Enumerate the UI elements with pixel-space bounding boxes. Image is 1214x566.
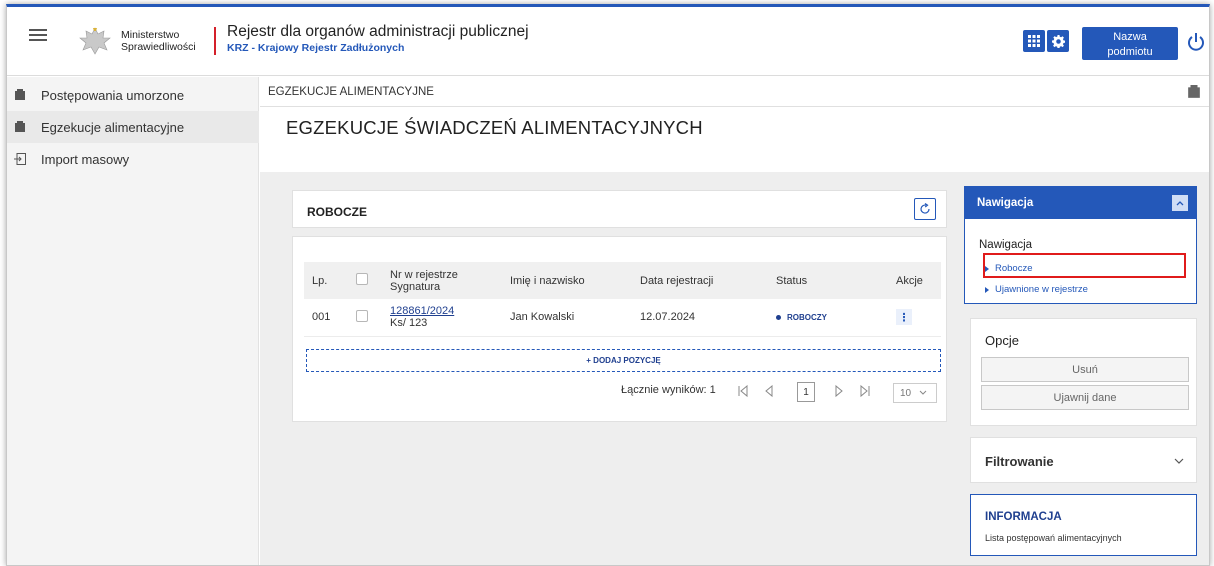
sidebar-item-egzekucje-alimentacyjne[interactable]: Egzekucje alimentacyjne <box>7 111 259 143</box>
cell-select <box>348 299 382 337</box>
sidebar-item-label: Egzekucje alimentacyjne <box>41 119 185 135</box>
last-page-icon[interactable] <box>858 384 872 398</box>
top-header: Ministerstwo Sprawiedliwości Rejestr dla… <box>7 7 1209 76</box>
case-icon <box>1188 85 1200 98</box>
eagle-emblem-icon <box>79 27 111 55</box>
user-account-button[interactable]: Nazwa podmiotu Nazwisko Imię <box>1082 27 1178 72</box>
settings-button[interactable] <box>1047 30 1069 52</box>
page-size-select[interactable]: 10 <box>893 383 937 403</box>
select-all-checkbox[interactable] <box>356 273 368 285</box>
options-title: Opcje <box>985 333 1019 348</box>
sidebar: Postępowania umorzone Egzekucje alimenta… <box>7 77 259 565</box>
apps-grid-button[interactable] <box>1023 30 1045 52</box>
col-nr-sygnatura: Nr w rejestrze Sygnatura <box>382 262 502 299</box>
sidebar-item-label: Postępowania umorzone <box>41 87 185 103</box>
cell-date: 12.07.2024 <box>632 299 768 337</box>
triangle-right-icon <box>985 286 989 293</box>
refresh-button[interactable] <box>914 198 936 220</box>
col-nr-label: Nr w rejestrze <box>390 268 458 281</box>
total-results: Łącznie wyników: 1 <box>621 384 716 396</box>
chevron-up-icon <box>1176 201 1184 206</box>
power-logout-icon[interactable] <box>1185 29 1207 55</box>
refresh-icon <box>920 203 930 214</box>
delete-button[interactable]: Usuń <box>981 357 1189 382</box>
chevron-down-icon <box>1174 458 1184 464</box>
highlight-box <box>983 253 1186 278</box>
info-text: Lista postępowań alimentacyjnych <box>985 533 1122 543</box>
user-entity-label: Nazwa podmiotu <box>1091 30 1169 62</box>
ministry-logo: Ministerstwo Sprawiedliwości <box>77 23 201 59</box>
cell-nr: 128861/2024 Ks/ 123 <box>382 299 502 337</box>
col-status: Status <box>768 262 888 299</box>
navigation-subtitle: Nawigacja <box>979 239 1033 251</box>
results-table: Lp. Nr w rejestrze Sygnatura Imię i nazw… <box>304 262 941 337</box>
menu-icon[interactable] <box>29 29 47 43</box>
navigation-panel-header: Nawigacja <box>965 187 1196 219</box>
navigation-panel-title: Nawigacja <box>977 197 1034 209</box>
logo-line-1: Ministerstwo <box>121 29 180 41</box>
options-panel: Opcje Usuń Ujawnij dane <box>970 318 1197 426</box>
cell-status: ROBOCZY <box>768 299 888 337</box>
first-page-icon[interactable] <box>736 384 750 398</box>
sidebar-item-import-masowy[interactable]: Import masowy <box>7 143 259 175</box>
col-sygnatura-label: Sygnatura <box>390 280 441 293</box>
next-page-icon[interactable] <box>832 384 846 398</box>
page-size-value: 10 <box>900 387 912 399</box>
case-icon <box>13 120 27 134</box>
navigation-panel: Nawigacja Nawigacja Robocze Ujawnione w … <box>964 186 1197 304</box>
case-icon <box>13 88 27 102</box>
table-header-row: Lp. Nr w rejestrze Sygnatura Imię i nazw… <box>304 262 941 299</box>
grid-icon <box>1028 35 1040 47</box>
row-actions-menu-button[interactable]: ⋮ <box>896 309 912 326</box>
sygnatura-value: Ks/ 123 <box>390 317 428 330</box>
user-name-label: Nazwisko Imię <box>1104 63 1156 72</box>
collapse-button[interactable] <box>1172 195 1188 211</box>
chevron-down-icon <box>919 390 927 395</box>
cell-lp: 001 <box>304 299 348 337</box>
status-dot-icon <box>776 314 781 320</box>
col-lp: Lp. <box>304 262 348 299</box>
page-title: EGZEKUCJE ŚWIADCZEŃ ALIMENTACYJNYCH <box>286 117 703 138</box>
gear-icon <box>1051 34 1065 48</box>
table-row: 001 128861/2024 Ks/ 123 Jan Kowalski 12.… <box>304 299 941 337</box>
import-icon <box>13 152 27 166</box>
sidebar-item-postepowania-umorzone[interactable]: Postępowania umorzone <box>7 79 259 111</box>
row-checkbox[interactable] <box>356 309 368 322</box>
information-panel: INFORMACJA Lista postępowań alimentacyjn… <box>970 494 1197 556</box>
nav-link-label: Ujawnione w rejestrze <box>995 284 1088 295</box>
status-label: ROBOCZY <box>787 312 827 322</box>
status-badge: ROBOCZY <box>776 313 880 322</box>
page-number-input[interactable]: 1 <box>797 382 815 402</box>
cell-actions: ⋮ <box>888 299 941 337</box>
nav-link-ujawnione[interactable]: Ujawnione w rejestrze <box>985 284 1088 295</box>
breadcrumb-bar: EGZEKUCJE ALIMENTACYJNE <box>260 77 1209 107</box>
breadcrumb[interactable]: EGZEKUCJE ALIMENTACYJNE <box>268 86 434 98</box>
filter-title: Filtrowanie <box>985 454 1054 469</box>
col-date: Data rejestracji <box>632 262 768 299</box>
cell-name: Jan Kowalski <box>502 299 632 337</box>
reveal-data-button[interactable]: Ujawnij dane <box>981 385 1189 410</box>
app-subtitle: KRZ - Krajowy Rejestr Zadłużonych <box>227 42 405 54</box>
info-title: INFORMACJA <box>985 511 1062 523</box>
logo-divider <box>214 27 216 55</box>
app-title: Rejestr dla organów administracji public… <box>227 23 529 40</box>
prev-page-icon[interactable] <box>762 384 776 398</box>
col-select <box>348 262 382 299</box>
logo-line-2: Sprawiedliwości <box>121 41 196 53</box>
robocze-card-header: ROBOCZE <box>292 190 947 228</box>
add-item-button[interactable]: + DODAJ POZYCJĘ <box>306 349 941 372</box>
col-name: Imię i nazwisko <box>502 262 632 299</box>
filter-panel[interactable]: Filtrowanie <box>970 437 1197 483</box>
register-number-link[interactable]: 128861/2024 <box>390 305 494 317</box>
card-title: ROBOCZE <box>307 205 367 219</box>
sidebar-item-label: Import masowy <box>41 151 130 167</box>
col-actions: Akcje <box>888 262 941 299</box>
